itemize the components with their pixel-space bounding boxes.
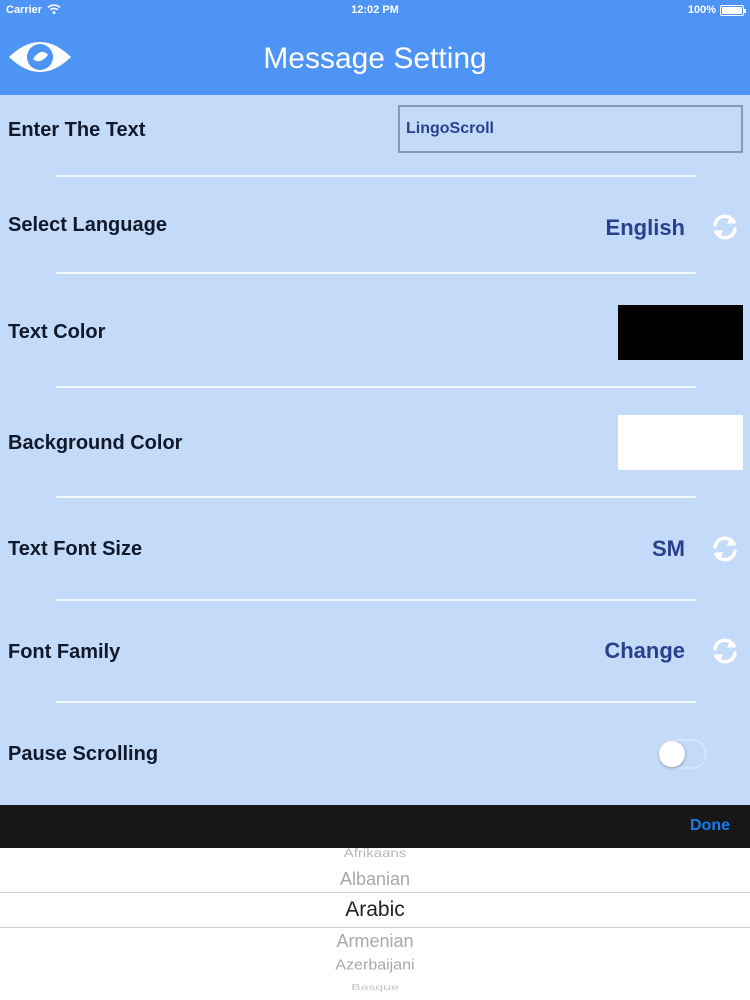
font-family-label: Font Family bbox=[8, 641, 121, 663]
picker-item[interactable]: Albanian bbox=[0, 869, 750, 890]
text-font-size-label: Text Font Size bbox=[8, 538, 143, 560]
picker-item[interactable]: Armenian bbox=[0, 931, 750, 952]
background-color-swatch[interactable] bbox=[618, 415, 743, 470]
font-size-value[interactable]: SM bbox=[652, 536, 685, 562]
picker-item[interactable]: Basque bbox=[0, 982, 750, 992]
picker-selection-bottom bbox=[0, 927, 750, 928]
page-title: Message Setting bbox=[263, 42, 487, 75]
picker-item-selected[interactable]: Arabic bbox=[0, 898, 750, 922]
clock: 12:02 PM bbox=[351, 4, 399, 16]
divider bbox=[56, 272, 696, 274]
message-text-input[interactable] bbox=[398, 105, 743, 153]
settings-panel: Enter The Text Select Language English T… bbox=[0, 95, 750, 805]
battery-icon bbox=[720, 5, 746, 16]
pause-scrolling-toggle[interactable] bbox=[657, 739, 707, 769]
pause-scrolling-label: Pause Scrolling bbox=[8, 743, 159, 765]
picker-selection-top bbox=[0, 892, 750, 893]
battery-percent: 100% bbox=[687, 4, 716, 16]
background-color-label: Background Color bbox=[8, 432, 183, 454]
divider bbox=[56, 701, 696, 703]
refresh-icon[interactable] bbox=[708, 210, 742, 244]
picker-toolbar: Done bbox=[0, 805, 750, 848]
status-bar: Carrier 12:02 PM 100% bbox=[0, 0, 750, 22]
text-color-swatch[interactable] bbox=[618, 305, 743, 360]
text-color-label: Text Color bbox=[8, 321, 106, 343]
language-value[interactable]: English bbox=[606, 215, 685, 241]
refresh-icon[interactable] bbox=[708, 634, 742, 668]
picker-item[interactable]: Azerbaijani bbox=[0, 958, 750, 974]
toggle-knob bbox=[659, 741, 685, 767]
divider bbox=[56, 175, 696, 177]
done-button[interactable]: Done bbox=[690, 817, 730, 835]
refresh-icon[interactable] bbox=[708, 532, 742, 566]
divider bbox=[56, 496, 696, 498]
enter-text-label: Enter The Text bbox=[8, 119, 146, 141]
divider bbox=[56, 386, 696, 388]
font-family-value[interactable]: Change bbox=[604, 638, 685, 664]
divider bbox=[56, 599, 696, 601]
language-picker[interactable]: Afrikaans Albanian Arabic Armenian Azerb… bbox=[0, 848, 750, 1000]
picker-item[interactable]: Afrikaans bbox=[0, 848, 750, 860]
select-language-label: Select Language bbox=[8, 214, 167, 236]
nav-bar: Message Setting bbox=[0, 22, 750, 95]
